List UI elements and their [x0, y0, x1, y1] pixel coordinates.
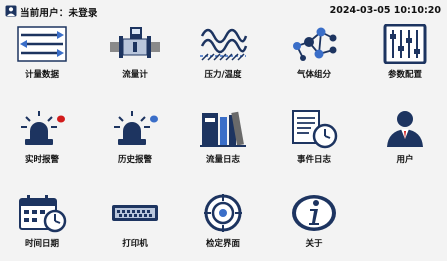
- tile-label: 打印机: [122, 239, 148, 249]
- tile-label: 计量数据: [24, 70, 59, 80]
- tile-label: 检定界面: [205, 239, 240, 249]
- realtime-alarm-icon: [21, 111, 65, 145]
- tile-flowmeter[interactable]: 流量计: [93, 22, 177, 92]
- tile-history-alarm[interactable]: 历史报警: [93, 107, 177, 177]
- tile-label: 气体组分: [296, 70, 331, 80]
- user-icon: [387, 111, 423, 147]
- current-user-label: 当前用户：未登录: [20, 8, 98, 19]
- tile-flow-log[interactable]: 流量日志: [181, 107, 265, 177]
- tile-label: 事件日志: [296, 155, 331, 165]
- tile-label: 历史报警: [117, 155, 152, 165]
- datetime-display: 2024-03-05 10:10:20: [329, 5, 441, 16]
- tile-pressure-temperature[interactable]: 压力/温度: [181, 22, 265, 92]
- user-status-icon: [5, 5, 17, 17]
- calibration-icon: [204, 194, 242, 232]
- tile-label: 关于: [305, 239, 323, 249]
- tile-event-log[interactable]: 事件日志: [272, 107, 356, 177]
- status-bar: 当前用户：未登录 2024-03-05 10:10:20: [0, 0, 447, 22]
- tile-label: 参数配置: [387, 70, 422, 80]
- tile-label: 压力/温度: [204, 70, 242, 80]
- event-log-icon: [292, 110, 338, 149]
- tile-printer[interactable]: 打印机: [93, 191, 177, 261]
- tile-user[interactable]: 用户: [363, 107, 447, 177]
- history-alarm-icon: [114, 111, 158, 145]
- tile-about[interactable]: 关于: [272, 191, 356, 261]
- printer-icon: [112, 205, 158, 221]
- tile-label: 实时报警: [24, 155, 59, 165]
- gas-composition-icon: [293, 27, 337, 61]
- tile-calibration[interactable]: 检定界面: [181, 191, 265, 261]
- tile-label: 流量计: [122, 70, 148, 80]
- calendar-clock-icon: [19, 195, 67, 233]
- info-icon: [292, 195, 336, 231]
- pressure-temperature-icon: [200, 28, 248, 61]
- tile-label: 流量日志: [205, 155, 240, 165]
- tile-label: 用户: [396, 155, 414, 165]
- flowmeter-icon: [110, 27, 160, 58]
- tile-time-date[interactable]: 时间日期: [0, 191, 84, 261]
- metering-data-icon: [17, 26, 67, 62]
- tile-realtime-alarm[interactable]: 实时报警: [0, 107, 84, 177]
- tile-gas-composition[interactable]: 气体组分: [272, 22, 356, 92]
- tile-metering-data[interactable]: 计量数据: [0, 22, 84, 92]
- tile-parameter-config[interactable]: 参数配置: [363, 22, 447, 92]
- flow-log-icon: [200, 111, 246, 147]
- tile-label: 时间日期: [24, 239, 59, 249]
- parameter-config-icon: [383, 24, 427, 64]
